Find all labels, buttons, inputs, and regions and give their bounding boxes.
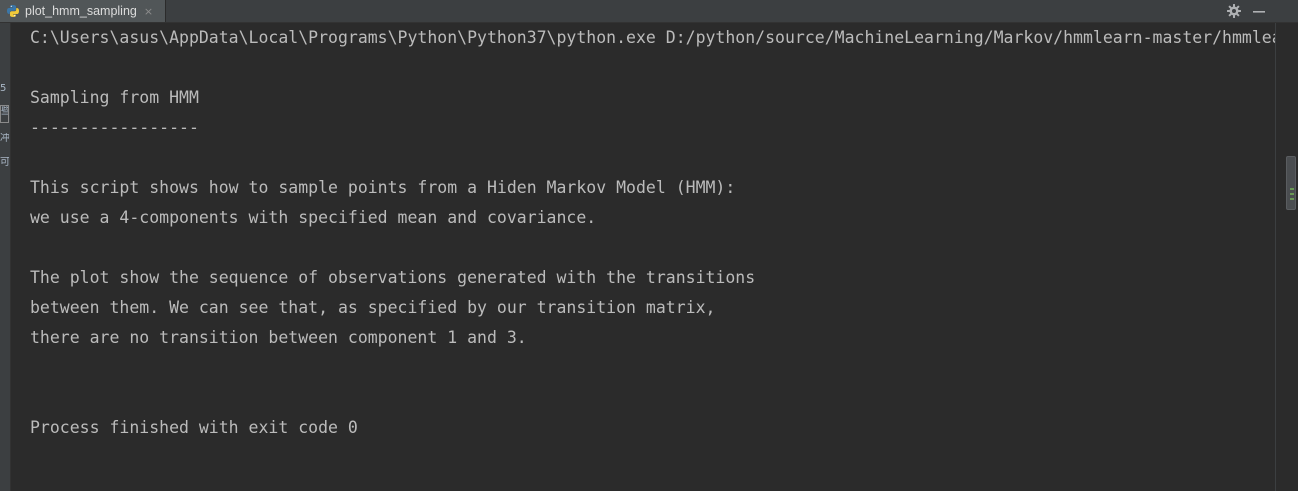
- scrollbar-marker: [1290, 198, 1294, 200]
- left-tool-gutter: 5 些 冲 可: [0, 23, 11, 491]
- run-console-window: plot_hmm_sampling × 5 些 冲 可: [0, 0, 1298, 491]
- console-line: we use a 4-components with specified mea…: [30, 208, 597, 227]
- console-line-command: C:\Users\asus\AppData\Local\Programs\Pyt…: [30, 28, 1276, 47]
- vertical-scrollbar[interactable]: [1275, 23, 1298, 491]
- tab-plot-hmm-sampling[interactable]: plot_hmm_sampling ×: [0, 0, 166, 22]
- gear-icon[interactable]: [1225, 2, 1243, 20]
- tab-label: plot_hmm_sampling: [25, 4, 137, 18]
- run-tab-bar: plot_hmm_sampling ×: [0, 0, 1298, 23]
- console-line-exit-status: Process finished with exit code 0: [30, 418, 358, 437]
- console-line: -----------------: [30, 118, 199, 137]
- gutter-glyph: 5: [0, 83, 7, 94]
- scrollbar-marker: [1290, 188, 1294, 190]
- console-line: The plot show the sequence of observatio…: [30, 268, 756, 287]
- minimize-icon[interactable]: [1250, 2, 1268, 20]
- python-file-icon: [7, 5, 19, 17]
- gutter-glyph: 冲: [0, 133, 9, 144]
- console-output[interactable]: C:\Users\asus\AppData\Local\Programs\Pyt…: [30, 23, 1276, 491]
- console-line: This script shows how to sample points f…: [30, 178, 736, 197]
- console-line: between them. We can see that, as specif…: [30, 298, 716, 317]
- gutter-glyph[interactable]: 些: [0, 105, 9, 123]
- scrollbar-marker: [1290, 193, 1294, 195]
- scrollbar-thumb[interactable]: [1286, 156, 1296, 210]
- gutter-glyph: 可: [0, 157, 9, 168]
- console-line: Sampling from HMM: [30, 88, 199, 107]
- console-line: there are no transition between componen…: [30, 328, 527, 347]
- close-icon[interactable]: ×: [144, 5, 153, 18]
